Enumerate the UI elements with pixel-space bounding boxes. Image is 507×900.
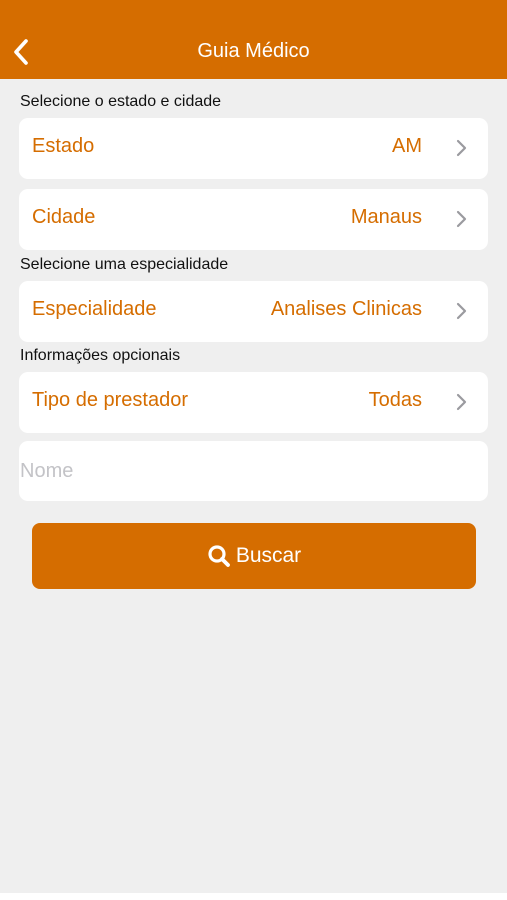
especialidade-row[interactable]: Especialidade Analises Clinicas [19, 281, 488, 342]
section-label-state-city: Selecione o estado e cidade [20, 93, 222, 110]
section-label-specialty: Selecione uma especialidade [20, 256, 229, 273]
estado-value: AM [392, 135, 422, 157]
bottom-bar [0, 893, 507, 900]
cidade-row[interactable]: Cidade Manaus [19, 189, 488, 250]
nav-bar: Guia Médico [0, 0, 507, 79]
search-button-label: Buscar [235, 544, 302, 567]
name-field-container [19, 441, 488, 501]
cidade-label: Cidade [32, 206, 96, 228]
tipo-prestador-label: Tipo de prestador [32, 389, 189, 411]
search-icon [207, 544, 231, 568]
chevron-right-icon [456, 393, 467, 411]
tipo-prestador-value: Todas [368, 389, 422, 411]
estado-row[interactable]: Estado AM [19, 118, 488, 179]
chevron-right-icon [456, 210, 467, 228]
especialidade-value: Analises Clinicas [270, 298, 422, 320]
cidade-value: Manaus [350, 206, 422, 228]
name-input[interactable] [19, 441, 479, 501]
section-label-optional: Informações opcionais [20, 347, 181, 364]
especialidade-label: Especialidade [32, 298, 157, 320]
tipo-prestador-row[interactable]: Tipo de prestador Todas [19, 372, 488, 433]
estado-label: Estado [32, 135, 95, 157]
page-title: Guia Médico [197, 40, 310, 62]
chevron-right-icon [456, 139, 467, 157]
chevron-right-icon [456, 302, 467, 320]
search-button[interactable]: Buscar [32, 523, 476, 589]
